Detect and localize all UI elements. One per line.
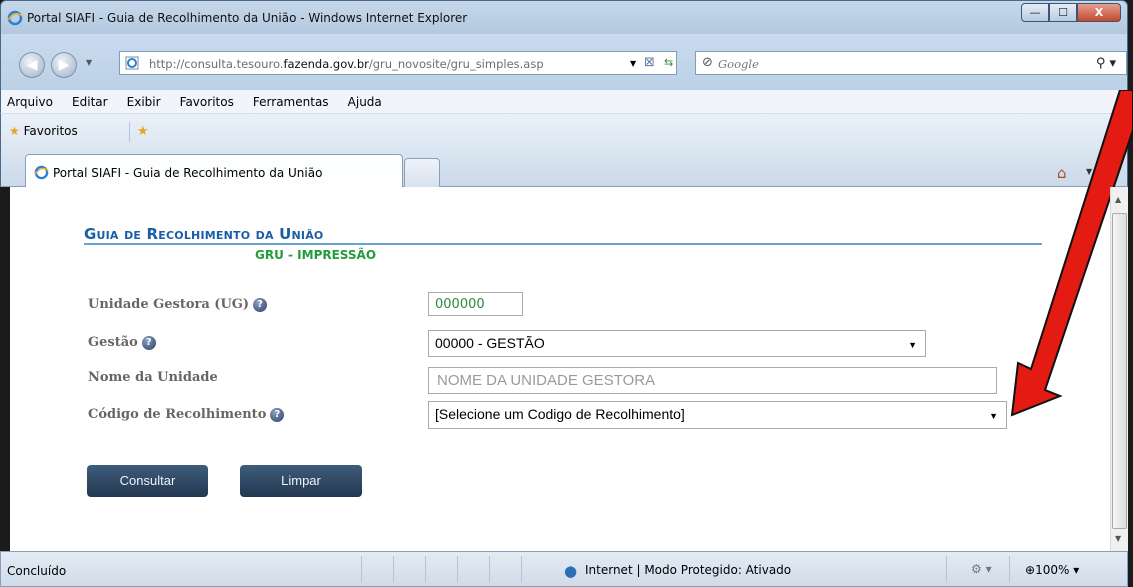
tab-bar: Portal SIAFI - Guia de Recolhimento da U… (0, 150, 1128, 187)
address-bar[interactable]: http://consulta.tesouro.fazenda.gov.br/g… (119, 51, 705, 75)
favorites-bar: ★ Favoritos ★ » (0, 114, 1128, 150)
status-divider (489, 556, 490, 582)
ie-logo-icon (7, 10, 23, 26)
add-favorite-icon[interactable]: ★ (137, 124, 149, 139)
nome-label: Nome da Unidade (88, 370, 218, 385)
menu-item-ferramentas[interactable]: Ferramentas (253, 95, 329, 109)
compatibility-view-icon[interactable]: ⊠ (644, 55, 655, 70)
consultar-button[interactable]: Consultar (87, 465, 208, 497)
window-title: Portal SIAFI - Guia de Recolhimento da U… (27, 11, 468, 25)
close-button[interactable]: X (1077, 3, 1121, 22)
status-divider (457, 556, 458, 582)
refresh-icon[interactable]: ⇆ (664, 56, 673, 69)
ie-logo-icon (34, 165, 49, 180)
help-icon[interactable]: ? (253, 298, 268, 312)
star-icon: ★ (9, 124, 20, 138)
status-divider (393, 556, 394, 582)
title-bar: Portal SIAFI - Guia de Recolhimento da U… (0, 0, 1128, 34)
navigation-bar: ◀ ▶ ▼ http://consulta.tesouro.fazenda.go… (0, 34, 1128, 90)
search-box[interactable]: ⊘ Google ⚲ ▾ (695, 51, 1127, 75)
scroll-down-icon[interactable]: ▼ (1115, 534, 1121, 543)
status-divider (946, 556, 947, 582)
scroll-up-icon[interactable]: ▲ (1115, 195, 1121, 204)
status-divider (521, 556, 522, 582)
security-zone-text[interactable]: Internet | Modo Protegido: Ativado (585, 563, 791, 577)
help-icon[interactable]: ? (270, 408, 285, 422)
minimize-button[interactable]: — (1021, 3, 1049, 22)
codigo-label: Código de Recolhimento? (88, 407, 285, 422)
zoom-icon: ⊕ (1025, 563, 1036, 577)
status-text: Concluído (7, 564, 67, 578)
status-bar: Concluído ● Internet | Modo Protegido: A… (0, 551, 1128, 587)
favorites-separator (129, 122, 130, 142)
gestao-label: Gestão? (88, 335, 156, 350)
address-dropdown-icon[interactable]: ▼ (630, 59, 636, 68)
scroll-thumb[interactable] (1112, 213, 1127, 529)
popup-blocker-icon[interactable]: ⚙ ▾ (971, 562, 992, 576)
forward-button[interactable]: ▶ (51, 52, 77, 78)
status-divider (361, 556, 362, 582)
menu-item-ajuda[interactable]: Ajuda (348, 95, 382, 109)
codigo-recolhimento-select[interactable]: [Selecione um Codigo de Recolhimento] ▼ (428, 401, 1007, 429)
recent-pages-dropdown-icon[interactable]: ▼ (86, 58, 92, 67)
menu-item-exibir[interactable]: Exibir (127, 95, 161, 109)
status-divider (1009, 556, 1010, 582)
menu-item-arquivo[interactable]: Arquivo (7, 95, 53, 109)
browser-window: Portal SIAFI - Guia de Recolhimento da U… (0, 0, 1133, 587)
ug-label: Unidade Gestora (UG)? (88, 297, 268, 312)
help-icon[interactable]: ? (141, 336, 156, 350)
menu-item-favoritos[interactable]: Favoritos (180, 95, 234, 109)
menu-item-editar[interactable]: Editar (72, 95, 108, 109)
limpar-button[interactable]: Limpar (240, 465, 362, 497)
gestao-select[interactable]: 00000 - GESTÃO ▼ (428, 330, 926, 357)
vertical-scrollbar[interactable]: ▲ ▼ (1110, 187, 1128, 551)
codigo-selected-value: [Selecione um Codigo de Recolhimento] (435, 406, 685, 422)
maximize-button[interactable]: ☐ (1049, 3, 1077, 22)
back-button[interactable]: ◀ (19, 52, 45, 78)
page-content: Guia de Recolhimento da União GRU - IMPR… (10, 187, 1110, 551)
new-tab-button[interactable] (404, 158, 440, 187)
search-placeholder: Google (718, 57, 759, 71)
status-divider (425, 556, 426, 582)
zoom-level[interactable]: ⊕100% ▾ (1025, 563, 1079, 577)
ug-input[interactable]: 000000 (428, 292, 523, 316)
globe-icon: ● (564, 562, 578, 580)
search-provider-icon: ⊘ (702, 55, 713, 70)
menu-bar: Arquivo Editar Exibir Favoritos Ferramen… (0, 90, 1128, 114)
search-icon[interactable]: ⚲ ▾ (1096, 56, 1116, 71)
gestao-selected-value: 00000 - GESTÃO (435, 335, 545, 351)
page-title: Guia de Recolhimento da União (84, 225, 324, 243)
page-icon (125, 56, 139, 70)
tab-portal-siafi[interactable]: Portal SIAFI - Guia de Recolhimento da U… (25, 154, 403, 187)
url-text[interactable]: http://consulta.tesouro.fazenda.gov.br/g… (149, 57, 544, 71)
favorites-button[interactable]: ★ Favoritos (9, 124, 78, 138)
chevron-down-icon: ▼ (908, 340, 917, 350)
page-subtitle: GRU - IMPRESSÃO (255, 248, 377, 262)
title-divider (84, 243, 1042, 245)
nome-unidade-field[interactable]: NOME DA UNIDADE GESTORA (428, 367, 997, 394)
tab-label: Portal SIAFI - Guia de Recolhimento da U… (53, 166, 323, 180)
